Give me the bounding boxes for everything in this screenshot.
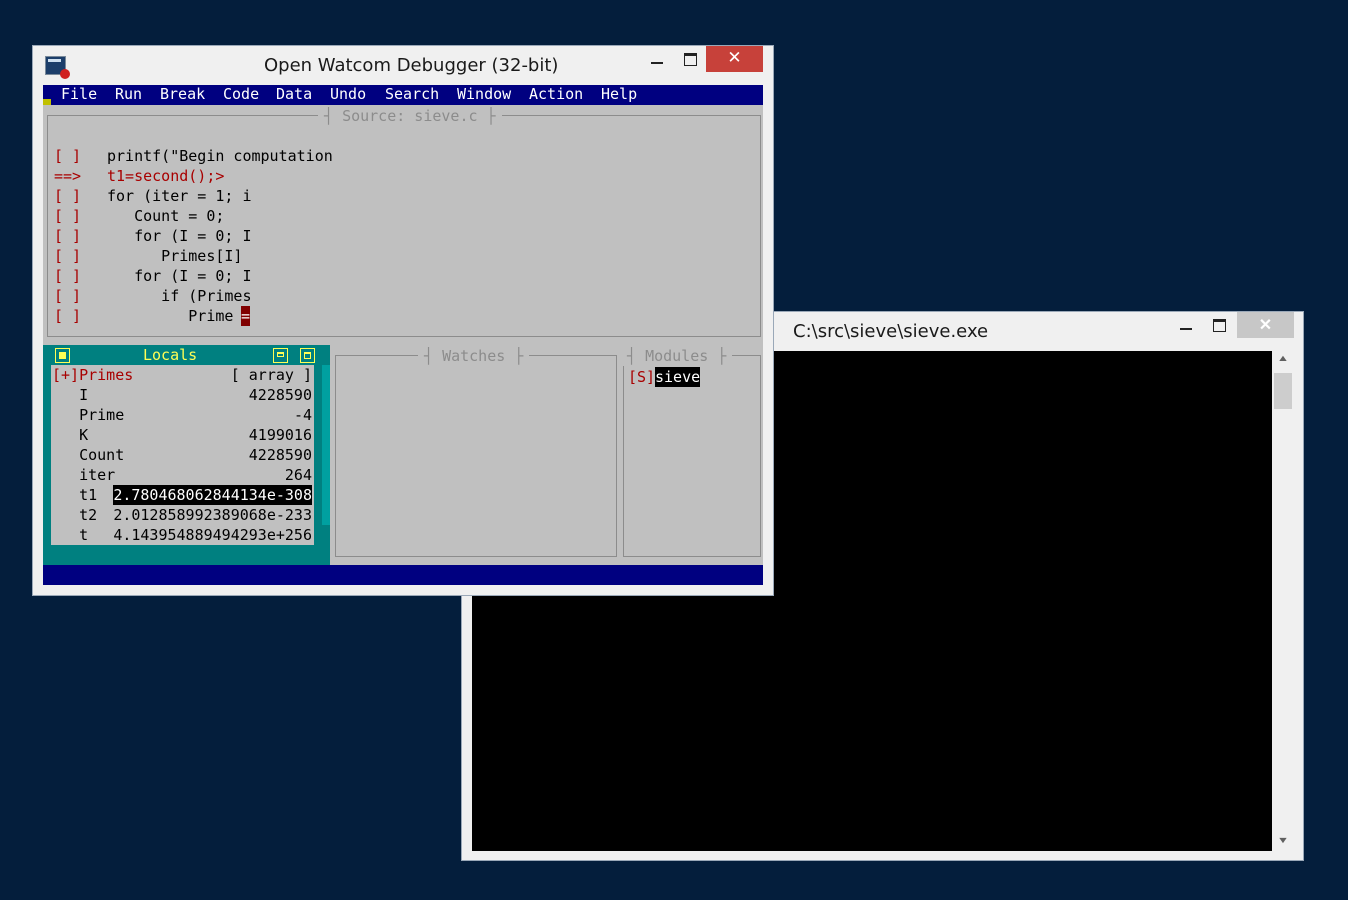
maximize-window-icon[interactable] [300, 348, 315, 363]
close-button[interactable]: ✕ [706, 46, 763, 72]
locals-scrollbar[interactable] [322, 365, 330, 565]
local-name: I [52, 386, 89, 404]
maximize-button[interactable] [1202, 312, 1236, 338]
console-scrollbar[interactable]: ▲ ▼ [1272, 351, 1294, 851]
menu-code[interactable]: Code [223, 85, 259, 103]
local-name: t [52, 526, 89, 544]
scroll-down-icon[interactable]: ▼ [1268, 835, 1299, 845]
local-name: K [52, 426, 89, 444]
source-pane-title: ┤ Source: sieve.c ├ [318, 106, 502, 126]
menu-undo[interactable]: Undo [330, 85, 366, 103]
source-code: Count = 0; [107, 207, 225, 225]
source-code: for (I = 0; I [107, 227, 252, 245]
local-value[interactable]: 4199016 [249, 425, 312, 445]
debugger-title: Open Watcom Debugger (32-bit) [264, 55, 559, 76]
minimize-button[interactable] [639, 46, 673, 72]
breakpoint-marker[interactable]: [ ] [54, 266, 81, 286]
menu-help[interactable]: Help [601, 85, 637, 103]
source-code: t1=second();> [107, 167, 225, 185]
local-name: t2 [52, 506, 98, 524]
console-title: C:\src\sieve\sieve.exe [793, 321, 989, 342]
watcom-app-icon [45, 56, 70, 79]
breakpoint-marker[interactable]: [ ] [54, 226, 81, 246]
maximize-button[interactable] [673, 46, 707, 72]
menu-search[interactable]: Search [385, 85, 439, 103]
source-code: Prime [107, 307, 243, 325]
status-bar [43, 565, 763, 585]
scroll-thumb[interactable] [322, 365, 330, 525]
local-value[interactable]: 2.012858992389068e-233 [113, 505, 312, 525]
local-value[interactable]: 4228590 [249, 385, 312, 405]
local-value[interactable]: 4.143954889494293e+256 [113, 525, 312, 545]
local-value[interactable]: -4 [294, 405, 312, 425]
local-name: t1 [52, 486, 98, 504]
menu-data[interactable]: Data [276, 85, 312, 103]
local-value[interactable]: 264 [285, 465, 312, 485]
scroll-thumb[interactable] [1274, 373, 1292, 409]
source-pane[interactable]: ┤ Source: sieve.c ├ [ ] printf("Begin co… [47, 106, 761, 337]
system-menu-box[interactable] [43, 99, 51, 105]
source-code: printf("Begin computation [107, 147, 333, 165]
modules-pane[interactable]: ┤ Modules ├ [S] sieve [621, 346, 761, 557]
current-line-marker[interactable]: ==> [54, 166, 81, 186]
watches-pane-title: ┤ Watches ├ [418, 346, 530, 366]
minimize-window-icon[interactable] [273, 348, 288, 363]
module-name[interactable]: sieve [655, 367, 701, 387]
local-value[interactable]: 4228590 [249, 445, 312, 465]
menu-bar: File Run Break Code Data Undo Search Win… [43, 85, 763, 105]
local-name: iter [52, 466, 116, 484]
modules-pane-title: ┤ Modules ├ [621, 346, 733, 366]
breakpoint-marker[interactable]: [ ] [54, 306, 81, 326]
debugger-titlebar[interactable]: Open Watcom Debugger (32-bit) ✕ [33, 46, 773, 84]
locals-list[interactable]: [+]Primes [ array ] I 4228590 Prime -4 K… [51, 365, 314, 545]
debugger-window[interactable]: Open Watcom Debugger (32-bit) ✕ File Run… [32, 45, 774, 596]
minimize-button[interactable] [1168, 312, 1202, 338]
breakpoint-marker[interactable]: [ ] [54, 246, 81, 266]
menu-run[interactable]: Run [115, 85, 142, 103]
local-name: Prime [52, 406, 125, 424]
local-value[interactable]: [ array ] [231, 365, 312, 385]
menu-break[interactable]: Break [160, 85, 205, 103]
breakpoint-marker[interactable]: [ ] [54, 146, 81, 166]
locals-title: Locals [143, 346, 198, 364]
text-cursor: = [241, 306, 251, 326]
source-code: for (iter = 1; i [107, 187, 252, 205]
close-icon: ✕ [727, 48, 742, 68]
close-icon: ✕ [1258, 317, 1273, 334]
close-button[interactable]: ✕ [1237, 312, 1294, 338]
breakpoint-marker[interactable]: [ ] [54, 286, 81, 306]
local-name[interactable]: [+]Primes [52, 365, 133, 385]
local-name: Count [52, 446, 125, 464]
source-code: for (I = 0; I [107, 267, 252, 285]
breakpoint-marker[interactable]: [ ] [54, 206, 81, 226]
menu-action[interactable]: Action [529, 85, 583, 103]
module-prefix: [S] [628, 368, 656, 386]
menu-file[interactable]: File [61, 85, 97, 103]
menu-window[interactable]: Window [457, 85, 511, 103]
local-value-selected[interactable]: 2.780468062844134e-308 [113, 485, 312, 505]
watches-pane[interactable]: ┤ Watches ├ [335, 346, 617, 557]
locals-pane[interactable]: Locals [+]Primes [ array ] I 4228590 Pri… [43, 345, 330, 565]
breakpoint-marker[interactable]: [ ] [54, 186, 81, 206]
source-code: Primes[I] [107, 247, 243, 265]
source-code: if (Primes [107, 287, 252, 305]
scroll-up-icon[interactable]: ▲ [1268, 353, 1299, 363]
window-menu-box[interactable] [55, 348, 70, 363]
